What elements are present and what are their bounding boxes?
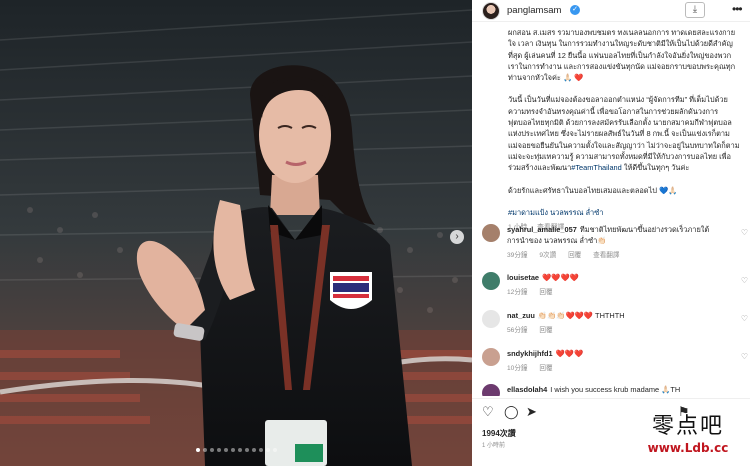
carousel-dot — [265, 448, 270, 452]
comment-username[interactable]: nat_zuu — [507, 311, 535, 320]
carousel-dots — [0, 448, 472, 452]
carousel-dot — [251, 448, 256, 452]
post-photo[interactable]: › — [0, 0, 472, 466]
comment-username[interactable]: ellasdolah4 — [507, 385, 547, 394]
caption-paragraph: วันนี้ เป็นวันที่แม่จองต้องขอลาออกตำแหน่… — [508, 95, 740, 173]
comment-like-heart-icon[interactable]: ♡ — [741, 276, 748, 285]
translate-link[interactable]: 查看翻譯 — [593, 252, 619, 259]
post-caption: ผกสอน ส.เมสร รวมาบองพบชมตร ทงเนลลนอกการ … — [508, 27, 740, 233]
avatar[interactable] — [482, 2, 500, 20]
heart-icon[interactable]: ♡ — [482, 405, 494, 419]
comment-time: 39分鐘 — [507, 252, 528, 259]
carousel-next-icon[interactable]: › — [450, 230, 464, 244]
post-username[interactable]: panglamsam — [507, 5, 561, 16]
carousel-dot — [216, 448, 221, 452]
carousel-dot — [237, 448, 242, 452]
comment-username[interactable]: louisetae — [507, 273, 539, 282]
comment-item: ellasdolah4 I wish you success krub madam… — [480, 384, 748, 396]
comment-text: ❤️❤️❤️ — [555, 349, 584, 358]
verified-badge-icon: ✓ — [570, 5, 580, 15]
post-time: 1 小時前 — [482, 443, 506, 449]
comment-time: 10分鐘 — [507, 365, 528, 372]
comment-time: 12分鐘 — [507, 289, 528, 296]
comment-likes[interactable]: 9次讚 — [539, 252, 556, 259]
comment-text: I wish you success krub madame 🙏🏻TH — [550, 385, 681, 394]
download-icon[interactable]: ⤓ — [685, 2, 705, 18]
more-options-icon[interactable]: ••• — [732, 2, 743, 16]
carousel-dot — [258, 448, 263, 452]
avatar[interactable] — [482, 272, 500, 290]
hashtag-link[interactable]: #TeamThailand — [571, 163, 622, 172]
carousel-dot — [223, 448, 228, 452]
comment-time: 56分鐘 — [507, 327, 528, 334]
comment-username[interactable]: syahrul_amalie_057 — [507, 225, 577, 234]
comment-icon[interactable]: ◯ — [504, 405, 519, 419]
reply-link[interactable]: 回覆 — [539, 365, 552, 372]
carousel-dot — [195, 448, 200, 452]
share-icon[interactable]: ➤ — [526, 405, 537, 419]
thailand-crest-icon — [330, 272, 372, 309]
avatar[interactable] — [482, 384, 500, 396]
avatar[interactable] — [482, 224, 500, 242]
likes-count[interactable]: 1994次讚 — [482, 428, 516, 439]
caption-paragraph: ผกสอน ส.เมสร รวมาบองพบชมตร ทงเนลลนอกการ … — [508, 28, 736, 83]
comment-like-heart-icon[interactable]: ♡ — [741, 228, 748, 237]
reply-link[interactable]: 回覆 — [539, 289, 552, 296]
reply-link[interactable]: 回覆 — [539, 327, 552, 334]
stadium-background — [0, 0, 472, 466]
carousel-dot — [202, 448, 207, 452]
comment-username[interactable]: sndykhijhfd1 — [507, 349, 553, 358]
watermark-text: 零点吧 — [651, 414, 724, 439]
avatar[interactable] — [482, 348, 500, 366]
comment-text: 👏🏻👏🏻👏🏻❤️❤️❤️ THTHTH — [537, 311, 625, 320]
post-details-panel: panglamsam ✓ ⤓ ••• ผกสอน ส.เมสร รวมาบองพ… — [472, 0, 750, 466]
carousel-dot — [230, 448, 235, 452]
carousel-dot — [209, 448, 214, 452]
comment-like-heart-icon[interactable]: ♡ — [741, 314, 748, 323]
comment-text: ❤️❤️❤️❤️ — [542, 273, 579, 282]
reply-link[interactable]: 回覆 — [568, 252, 581, 259]
hashtag-link[interactable]: #มาดามแป้ง นวลพรรณ ล่ำซำ — [508, 208, 603, 217]
carousel-dot — [272, 448, 277, 452]
site-watermark: 零点吧 www.Ldb.cc — [628, 414, 748, 456]
post-header: panglamsam ✓ ⤓ ••• — [472, 0, 750, 22]
avatar[interactable] — [482, 310, 500, 328]
comment-like-heart-icon[interactable]: ♡ — [741, 352, 748, 361]
watermark-url: www.Ldb.cc — [647, 441, 729, 455]
caption-paragraph: ด้วยรักและศรัทธาในบอลไทยเสมอและตลอดไป 💙🙏… — [508, 185, 678, 195]
carousel-dot — [244, 448, 249, 452]
